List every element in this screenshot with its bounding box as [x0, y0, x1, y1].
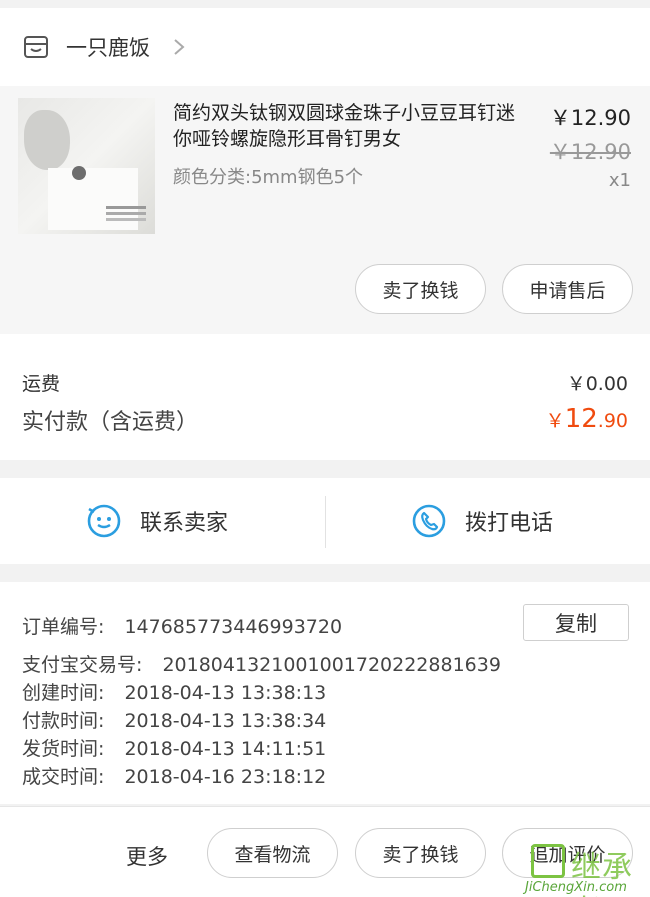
contact-seller-label: 联系卖家 — [140, 511, 229, 536]
shipped-row: 发货时间: 2018-04-13 14:11:51 — [22, 734, 326, 761]
contact-divider — [325, 496, 326, 548]
shipped-value: 2018-04-13 14:11:51 — [124, 738, 327, 760]
product-thumbnail[interactable] — [18, 98, 155, 234]
contact-seller-button[interactable]: 联系卖家 — [86, 478, 228, 564]
alipay-label: 支付宝交易号: — [22, 654, 143, 676]
sell-for-cash-button[interactable]: 卖了换钱 — [355, 264, 486, 314]
shipped-label: 发货时间: — [22, 738, 105, 760]
product-price: ￥12.90 — [549, 106, 631, 130]
created-value: 2018-04-13 13:38:13 — [124, 682, 327, 704]
shop-name: 一只鹿饭 — [66, 36, 150, 60]
call-phone-button[interactable]: 拨打电话 — [411, 478, 553, 564]
shipping-value: ￥0.00 — [566, 373, 628, 395]
created-row: 创建时间: 2018-04-13 13:38:13 — [22, 678, 326, 705]
call-phone-label: 拨打电话 — [465, 511, 554, 536]
paid-amount-label: 实付款（含运费） — [22, 410, 199, 435]
paid-time-row: 付款时间: 2018-04-13 13:38:34 — [22, 706, 326, 733]
order-id-row: 订单编号: 147685773446993720 — [22, 612, 342, 639]
shipping-label: 运费 — [22, 373, 61, 395]
completed-row: 成交时间: 2018-04-16 23:18:12 — [22, 762, 326, 789]
chat-bubble-icon — [87, 504, 121, 538]
more-button[interactable]: 更多 — [126, 841, 168, 871]
product-variant: 颜色分类:5mm钢色5个 — [173, 167, 364, 188]
contact-bar: 联系卖家 拨打电话 — [0, 478, 650, 564]
paid-time-label: 付款时间: — [22, 710, 105, 732]
watermark-box-icon — [531, 844, 565, 878]
after-sale-button[interactable]: 申请售后 — [502, 264, 633, 314]
alipay-row: 支付宝交易号: 2018041321001001720222881639 — [22, 650, 501, 677]
completed-label: 成交时间: — [22, 766, 105, 788]
chevron-right-icon — [174, 39, 185, 55]
payment-summary: 运费 ￥0.00 实付款（含运费） ￥12.90 — [0, 334, 650, 460]
created-label: 创建时间: — [22, 682, 105, 704]
paid-time-value: 2018-04-13 13:38:34 — [124, 710, 327, 732]
watermark-url: JiChengXin.com — [525, 880, 627, 895]
watermark-logo: 继承者 JiChengXin.com — [525, 840, 650, 897]
order-id-value: 147685773446993720 — [124, 616, 343, 638]
product-item[interactable]: 简约双头钛钢双圆球金珠子小豆豆耳钉迷你哑铃螺旋隐形耳骨钉男女 颜色分类:5mm钢… — [0, 86, 650, 334]
completed-value: 2018-04-16 23:18:12 — [124, 766, 327, 788]
sell-for-cash-footer-button[interactable]: 卖了换钱 — [355, 828, 486, 878]
product-original-price: ￥12.90 — [549, 140, 631, 164]
paid-currency: ￥ — [545, 410, 565, 432]
view-logistics-button[interactable]: 查看物流 — [207, 828, 338, 878]
shop-header[interactable]: 一只鹿饭 — [0, 8, 650, 86]
order-id-label: 订单编号: — [22, 616, 105, 638]
phone-icon — [412, 504, 446, 538]
paid-decimal: .90 — [597, 410, 628, 432]
store-icon — [24, 36, 48, 58]
paid-amount-value: ￥12.90 — [546, 404, 628, 434]
order-info: 订单编号: 147685773446993720 复制 支付宝交易号: 2018… — [0, 582, 650, 804]
product-title: 简约双头钛钢双圆球金珠子小豆豆耳钉迷你哑铃螺旋隐形耳骨钉男女 — [173, 102, 516, 150]
alipay-value: 2018041321001001720222881639 — [162, 654, 501, 676]
paid-integer: 12 — [564, 404, 598, 434]
copy-order-id-button[interactable]: 复制 — [523, 604, 629, 641]
product-quantity: x1 — [608, 170, 631, 191]
